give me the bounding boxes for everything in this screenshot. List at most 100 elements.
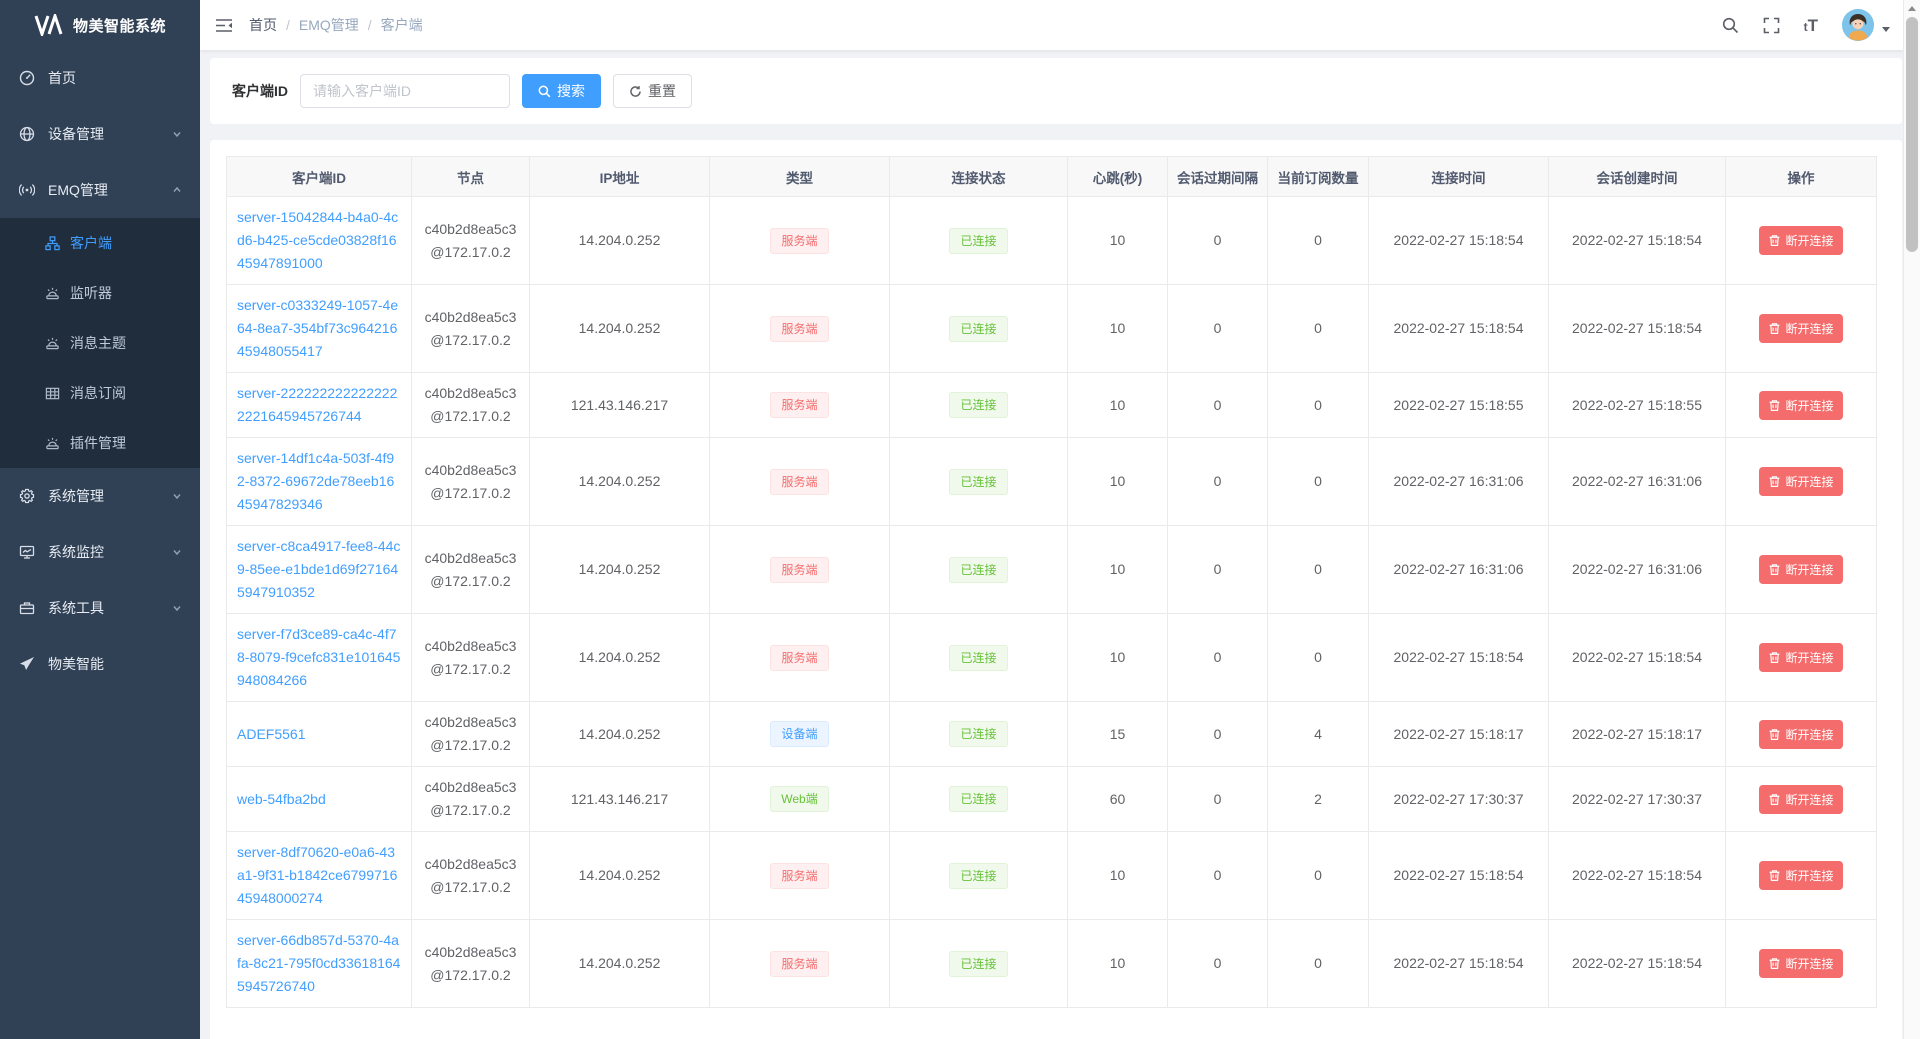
vertical-scrollbar[interactable] — [1903, 0, 1920, 1039]
sidebar-item-subscriptions[interactable]: 消息订阅 — [0, 368, 200, 418]
type-badge: 服务端 — [770, 316, 828, 342]
connected-time-cell: 2022-02-27 15:18:54 — [1369, 920, 1549, 1008]
search-button[interactable]: 搜索 — [522, 74, 601, 108]
connected-time-cell: 2022-02-27 15:18:54 — [1369, 832, 1549, 920]
sidebar-item-system-tools[interactable]: 系统工具 — [0, 580, 200, 636]
type-badge: 服务端 — [770, 863, 828, 889]
trash-icon — [1768, 322, 1781, 335]
sidebar-item-label: 系统监控 — [48, 542, 172, 562]
table-row: server-66db857d-5370-4afa-8c21-795f0cd33… — [227, 920, 1877, 1008]
status-cell: 已连接 — [890, 832, 1068, 920]
user-menu[interactable] — [1842, 9, 1890, 41]
heartbeat-cell: 10 — [1068, 614, 1168, 702]
client-id-link[interactable]: server-8df70620-e0a6-43a1-9f31-b1842ce67… — [227, 832, 412, 920]
client-id-input[interactable] — [300, 74, 510, 108]
ip-cell: 14.204.0.252 — [530, 702, 710, 767]
status-badge: 已连接 — [949, 316, 1007, 342]
clients-table: 客户端ID 节点 IP地址 类型 连接状态 心跳(秒) 会话过期间隔 当前订阅数… — [226, 156, 1877, 1008]
status-cell: 已连接 — [890, 614, 1068, 702]
client-id-link[interactable]: server-14df1c4a-503f-4f92-8372-69672de78… — [227, 438, 412, 526]
action-cell: 断开连接 — [1726, 702, 1877, 767]
node-cell: c40b2d8ea5c3@172.17.0.2 — [412, 832, 530, 920]
type-cell: 设备端 — [710, 702, 890, 767]
sidebar-item-devices[interactable]: 设备管理 — [0, 106, 200, 162]
chevron-down-icon — [172, 129, 182, 139]
sidebar-toggle-icon[interactable] — [215, 18, 233, 33]
trash-icon — [1768, 475, 1781, 488]
sidebar-item-emq[interactable]: EMQ管理 — [0, 162, 200, 218]
header-ip: IP地址 — [530, 157, 710, 197]
session-created-cell: 2022-02-27 17:30:37 — [1549, 767, 1726, 832]
disconnect-button[interactable]: 断开连接 — [1759, 949, 1842, 978]
disconnect-button-label: 断开连接 — [1785, 232, 1833, 249]
disconnect-button[interactable]: 断开连接 — [1759, 785, 1842, 814]
scroll-up-arrow[interactable] — [1904, 0, 1920, 16]
status-cell: 已连接 — [890, 702, 1068, 767]
search-icon[interactable] — [1722, 17, 1739, 34]
heartbeat-cell: 15 — [1068, 702, 1168, 767]
header-session-expiry: 会话过期间隔 — [1168, 157, 1268, 197]
header-client-id: 客户端ID — [227, 157, 412, 197]
disconnect-button[interactable]: 断开连接 — [1759, 467, 1842, 496]
chevron-down-icon — [172, 603, 182, 613]
reset-button-label: 重置 — [648, 81, 676, 101]
scrollbar-thumb[interactable] — [1906, 17, 1918, 252]
sidebar-item-listeners[interactable]: 监听器 — [0, 268, 200, 318]
clients-table-panel: 客户端ID 节点 IP地址 类型 连接状态 心跳(秒) 会话过期间隔 当前订阅数… — [210, 140, 1902, 1039]
disconnect-button-label: 断开连接 — [1785, 955, 1833, 972]
disconnect-button[interactable]: 断开连接 — [1759, 643, 1842, 672]
disconnect-button[interactable]: 断开连接 — [1759, 555, 1842, 584]
disconnect-button-label: 断开连接 — [1785, 726, 1833, 743]
table-row: server-15042844-b4a0-4cd6-b425-ce5cde038… — [227, 197, 1877, 285]
disconnect-button[interactable]: 断开连接 — [1759, 720, 1842, 749]
subscriptions-cell: 0 — [1268, 438, 1369, 526]
sidebar-item-plugins[interactable]: 插件管理 — [0, 418, 200, 468]
disconnect-button[interactable]: 断开连接 — [1759, 226, 1842, 255]
client-id-link[interactable]: server-15042844-b4a0-4cd6-b425-ce5cde038… — [227, 197, 412, 285]
app-logo: 物美智能系统 — [0, 0, 200, 50]
navbar-actions: tT — [1722, 9, 1890, 41]
sidebar-item-system-monitor[interactable]: 系统监控 — [0, 524, 200, 580]
table-row: server-c8ca4917-fee8-44c9-85ee-e1bde1d69… — [227, 526, 1877, 614]
fullscreen-icon[interactable] — [1763, 17, 1780, 34]
sidebar-item-system-admin[interactable]: 系统管理 — [0, 468, 200, 524]
heartbeat-cell: 10 — [1068, 373, 1168, 438]
sidebar-item-wumei-smart[interactable]: 物美智能 — [0, 636, 200, 692]
client-id-link[interactable]: web-54fba2bd — [227, 767, 412, 832]
subscriptions-cell: 0 — [1268, 614, 1369, 702]
action-cell: 断开连接 — [1726, 832, 1877, 920]
session-created-cell: 2022-02-27 15:18:54 — [1549, 285, 1726, 373]
status-badge: 已连接 — [949, 557, 1007, 583]
client-id-link[interactable]: ADEF5561 — [227, 702, 412, 767]
heartbeat-cell: 10 — [1068, 197, 1168, 285]
client-id-link[interactable]: server-f7d3ce89-ca4c-4f78-8079-f9cefc831… — [227, 614, 412, 702]
status-cell: 已连接 — [890, 373, 1068, 438]
breadcrumb-home[interactable]: 首页 — [249, 15, 277, 35]
disconnect-button[interactable]: 断开连接 — [1759, 391, 1842, 420]
type-cell: 服务端 — [710, 438, 890, 526]
client-table-body: server-15042844-b4a0-4cd6-b425-ce5cde038… — [227, 197, 1877, 1008]
status-badge: 已连接 — [949, 786, 1007, 812]
status-badge: 已连接 — [949, 721, 1007, 747]
node-cell: c40b2d8ea5c3@172.17.0.2 — [412, 197, 530, 285]
client-id-link[interactable]: server-66db857d-5370-4afa-8c21-795f0cd33… — [227, 920, 412, 1008]
avatar[interactable] — [1842, 9, 1874, 41]
trash-icon — [1768, 651, 1781, 664]
reset-button[interactable]: 重置 — [613, 74, 692, 108]
sidebar-item-topics[interactable]: 消息主题 — [0, 318, 200, 368]
caret-down-icon — [1882, 27, 1890, 32]
client-id-link[interactable]: server-2222222222222222221645945726744 — [227, 373, 412, 438]
client-id-link[interactable]: server-c8ca4917-fee8-44c9-85ee-e1bde1d69… — [227, 526, 412, 614]
font-size-icon[interactable]: tT — [1804, 17, 1818, 34]
page-content: 客户端ID 搜索 重置 — [200, 50, 1920, 1039]
action-cell: 断开连接 — [1726, 614, 1877, 702]
monitor-icon — [18, 543, 36, 561]
session-created-cell: 2022-02-27 15:18:55 — [1549, 373, 1726, 438]
disconnect-button[interactable]: 断开连接 — [1759, 861, 1842, 890]
sidebar-item-home[interactable]: 首页 — [0, 50, 200, 106]
disconnect-button-label: 断开连接 — [1785, 649, 1833, 666]
disconnect-button[interactable]: 断开连接 — [1759, 314, 1842, 343]
sidebar-item-clients[interactable]: 客户端 — [0, 218, 200, 268]
client-id-link[interactable]: server-c0333249-1057-4e64-8ea7-354bf73c9… — [227, 285, 412, 373]
breadcrumb-emq: EMQ管理 — [299, 15, 359, 35]
